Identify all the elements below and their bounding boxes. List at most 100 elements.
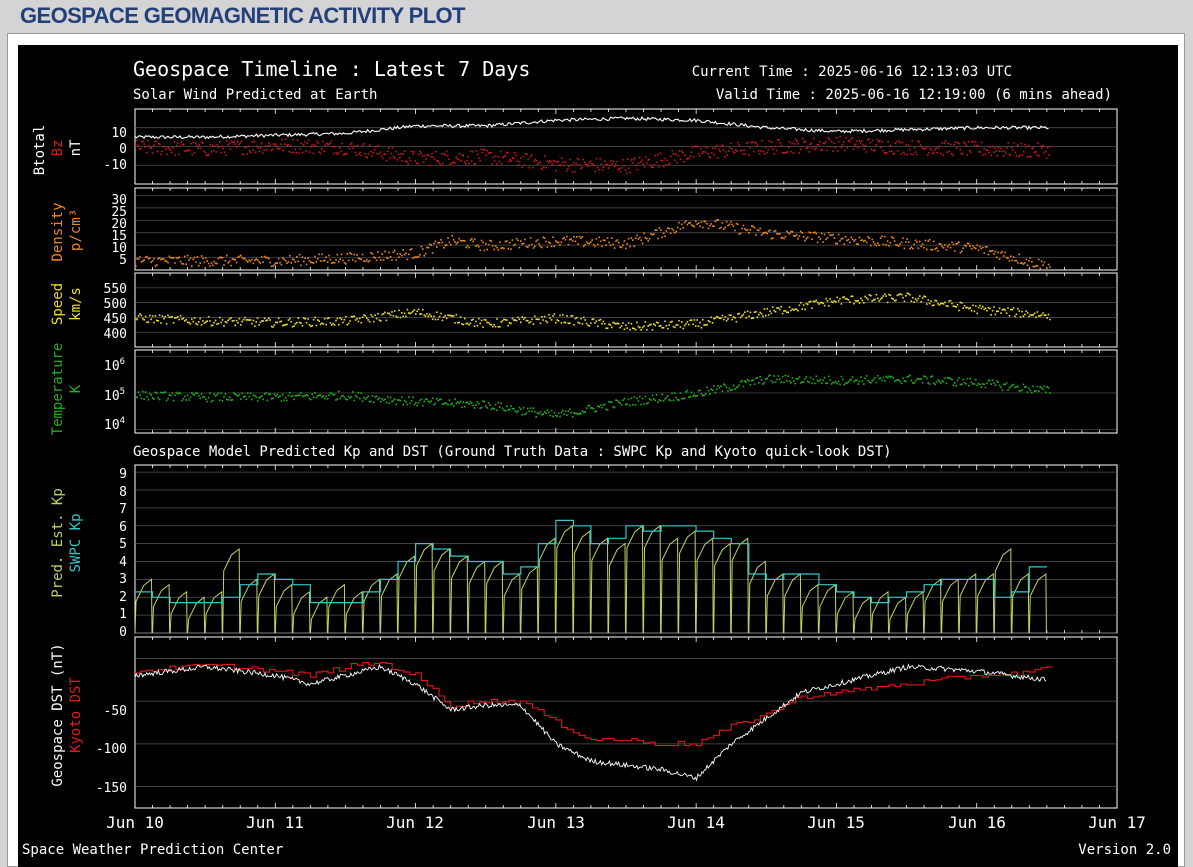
temperature-point [781,375,784,378]
speed-point [373,320,375,323]
speed-point [511,317,514,320]
density-point [671,227,673,230]
bz-point [247,145,250,147]
speed-point [872,299,875,301]
temperature-point [406,403,409,406]
bz-point [630,159,633,161]
speed-point [930,300,932,302]
density-point [228,260,231,263]
density-point [245,259,248,262]
density-point [471,238,473,240]
density-point [462,240,465,242]
density-point [391,259,393,261]
bz-point [309,151,311,153]
density-point [423,254,425,257]
bz-point [898,140,900,142]
bz-point [271,148,274,150]
bz-point [396,159,399,161]
bz-point [334,145,336,148]
bz-point [748,154,750,156]
temperature-point [216,393,218,396]
temperature-point [402,404,404,406]
density-point [510,248,512,250]
temperature-point [158,398,161,401]
speed-point [471,319,473,321]
temperature-point [196,392,199,394]
temperature-point [689,396,691,398]
speed-point [396,316,399,319]
bz-point [469,150,472,153]
density-point [662,232,665,234]
speed-point [777,307,780,309]
temperature-point [160,391,162,394]
bz-point [741,149,743,151]
density-point [479,249,481,252]
temperature-point [711,389,714,391]
temperature-point [916,378,918,380]
bz-point [911,140,913,142]
footer-version: Version 2.0 [1078,842,1171,858]
speed-point [784,310,787,312]
temperature-point [235,394,238,396]
density-point [822,241,824,243]
bz-point [480,148,483,151]
density-point [475,245,477,247]
speed-point [924,296,927,298]
temperature-point [815,375,817,377]
speed-point [556,319,558,321]
speed-point [451,315,453,317]
bz-point [557,160,559,163]
temperature-point [290,395,292,398]
density-point [286,262,288,264]
speed-point [983,308,985,311]
speed-point [630,322,633,325]
speed-point [308,324,311,326]
density-point [875,244,878,247]
temperature-point [585,407,588,409]
density-point [898,245,900,247]
temperature-point [550,409,553,412]
temperature-point [955,385,957,387]
bz-point [919,144,922,146]
bz-point [258,150,261,153]
temperature-point [338,390,340,393]
bz-point [906,153,909,156]
bz-point [301,151,304,154]
speed-point [861,299,864,302]
bz-point [671,149,673,152]
speed-point [426,313,428,315]
density-point [937,250,939,252]
speed-point [685,323,687,325]
bz-point [988,151,990,154]
speed-point [653,323,655,325]
density-point [319,260,322,262]
bz-point [477,153,479,156]
temperature-point [648,398,651,400]
density-point [367,260,369,263]
speed-point [896,294,899,297]
speed-point [791,308,794,310]
bz-point [889,144,892,147]
bz-point [1030,155,1032,158]
temperature-point [569,408,571,411]
bz-point [600,163,603,165]
dst-ytick-label: -150 [96,781,127,796]
speed-point [832,301,834,304]
bz-point [340,150,342,153]
temperature-point [611,401,613,404]
bz-point [253,140,256,143]
density-point [181,262,183,265]
density-point [146,255,148,258]
bz-point [397,153,400,156]
x-tick-label: Jun 15 [807,813,865,832]
bz-point [937,147,940,150]
bz-point [324,144,327,147]
bz-point [144,146,147,148]
temperature-point [1007,389,1009,391]
bz-point [256,145,258,147]
bz-point [282,149,285,152]
density-point [1022,263,1025,265]
temperature-point [602,404,605,406]
temperature-point [1032,385,1034,388]
temperature-point [382,399,385,402]
